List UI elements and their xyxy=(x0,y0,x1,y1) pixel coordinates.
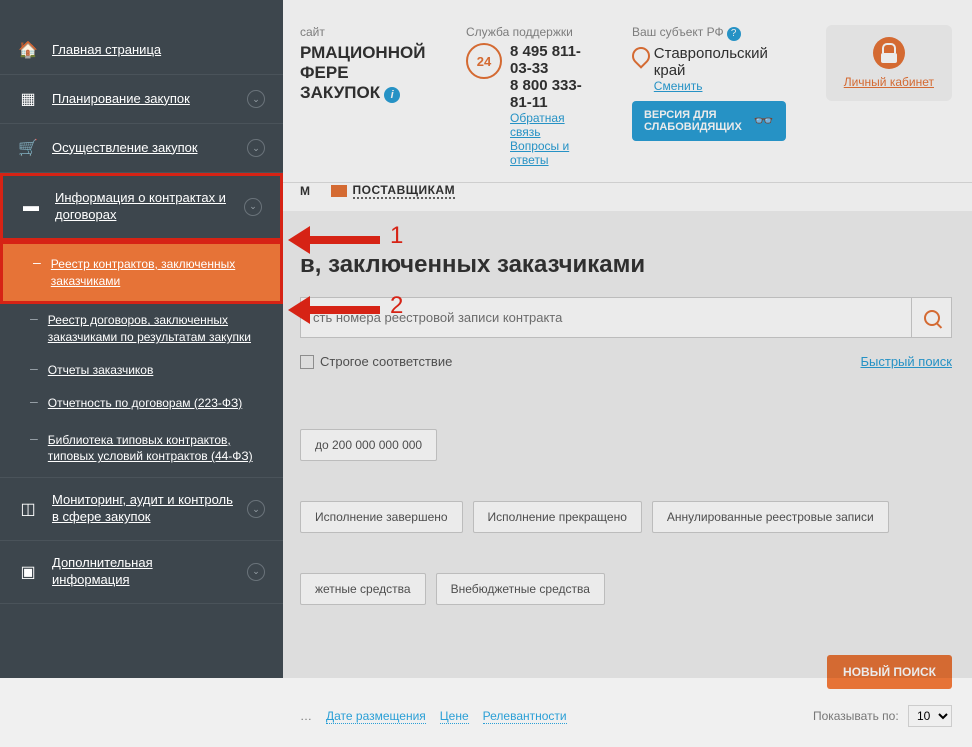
sort-price-link[interactable]: Цене xyxy=(440,709,469,724)
support-block: Служба поддержки 24 8 495 811-03-33 8 80… xyxy=(466,25,592,167)
search-button[interactable] xyxy=(912,297,952,338)
tab-m[interactable]: М xyxy=(300,184,311,198)
submenu-customer-reports[interactable]: – Отчеты заказчиков xyxy=(0,354,283,387)
briefcase-icon: ▣ xyxy=(18,562,38,582)
sort-relevance-link[interactable]: Релевантности xyxy=(483,709,567,724)
calendar-icon: ▦ xyxy=(18,89,38,109)
quick-search-link[interactable]: Быстрый поиск xyxy=(861,354,953,369)
chevron-down-icon: ⌄ xyxy=(244,198,262,216)
region-block: Ваш субъект РФ? Ставропольский край Смен… xyxy=(632,25,786,141)
home-icon: 🏠 xyxy=(18,40,38,60)
cabinet-block[interactable]: Личный кабинет xyxy=(826,25,952,101)
bullet-icon: – xyxy=(30,393,38,409)
sidebar-item-monitoring[interactable]: ◫ Мониторинг, аудит и контроль в сфере з… xyxy=(0,478,283,541)
show-per-page: Показывать по: 10 xyxy=(813,705,952,727)
filter-chip[interactable]: жетные средства xyxy=(300,573,426,605)
chevron-down-icon: ⌄ xyxy=(247,500,265,518)
filter-chip[interactable]: Аннулированные реестровые записи xyxy=(652,501,889,533)
submenu-agreements-registry[interactable]: – Реестр договоров, заключенных заказчик… xyxy=(0,304,283,354)
logo-line2: ФЕРЕ ЗАКУПОКi xyxy=(300,63,426,103)
cabinet-link[interactable]: Личный кабинет xyxy=(844,75,934,89)
filter-chip[interactable]: Внебюджетные средства xyxy=(436,573,605,605)
pin-icon xyxy=(632,45,648,67)
question-icon[interactable]: ? xyxy=(727,27,741,41)
filter-row-1: до 200 000 000 000 xyxy=(300,429,952,461)
info-icon[interactable]: i xyxy=(384,87,400,103)
logo-line1: РМАЦИОННОЙ xyxy=(300,43,426,63)
glasses-icon: 👓 xyxy=(754,111,774,131)
strict-match-checkbox[interactable]: Строгое соответствие xyxy=(300,354,452,369)
accessibility-button[interactable]: ВЕРСИЯ ДЛЯСЛАБОВИДЯЩИХ 👓 xyxy=(632,101,786,141)
book-icon: ▬ xyxy=(21,197,41,217)
sidebar: 🏠 Главная страница ▦ Планирование закупо… xyxy=(0,0,283,678)
suppliers-icon xyxy=(331,185,347,197)
chart-icon: ◫ xyxy=(18,499,38,519)
submenu-contracts-registry[interactable]: – Реестр контрактов, заключенных заказчи… xyxy=(0,241,283,305)
feedback-link[interactable]: Обратная связь xyxy=(510,111,565,139)
sidebar-item-home[interactable]: 🏠 Главная страница xyxy=(0,0,283,75)
filter-row-2: Исполнение завершено Исполнение прекраще… xyxy=(300,501,952,533)
change-region-link[interactable]: Сменить xyxy=(654,79,703,93)
sort-row: … Дате размещения Цене Релевантности Пок… xyxy=(300,705,952,727)
bullet-icon: – xyxy=(30,430,38,446)
bullet-icon: – xyxy=(30,360,38,376)
lock-icon xyxy=(873,37,905,69)
filter-chip[interactable]: Исполнение завершено xyxy=(300,501,463,533)
region-title: Ваш субъект РФ? xyxy=(632,25,786,41)
sidebar-item-procurement[interactable]: 🛒 Осуществление закупок ⌄ xyxy=(0,124,283,173)
phone-1: 8 495 811-03-33 xyxy=(510,43,592,77)
annotation-arrow-1: 1 xyxy=(310,236,380,244)
sort-ellipsis: … xyxy=(300,709,312,724)
chevron-down-icon: ⌄ xyxy=(247,139,265,157)
faq-link[interactable]: Вопросы и ответы xyxy=(510,139,569,167)
submenu-contract-library[interactable]: – Библиотека типовых контрактов, типовых… xyxy=(0,420,283,479)
price-range-chip[interactable]: до 200 000 000 000 xyxy=(300,429,437,461)
new-search-button[interactable]: НОВЫЙ ПОИСК xyxy=(827,655,952,689)
support-24-icon: 24 xyxy=(466,43,502,79)
cart-icon: 🛒 xyxy=(18,138,38,158)
page-title: в, заключенных заказчиками xyxy=(300,251,952,279)
search-icon xyxy=(924,310,940,326)
sidebar-item-contracts[interactable]: ▬ Информация о контрактах и договорах ⌄ xyxy=(0,173,283,241)
bullet-icon: – xyxy=(33,254,41,270)
sidebar-item-additional[interactable]: ▣ Дополнительная информация ⌄ xyxy=(0,541,283,604)
filter-chip[interactable]: Исполнение прекращено xyxy=(473,501,642,533)
chevron-down-icon: ⌄ xyxy=(247,563,265,581)
sort-date-link[interactable]: Дате размещения xyxy=(326,709,426,724)
filter-row-3: жетные средства Внебюджетные средства xyxy=(300,573,952,605)
annotation-arrow-2: 2 xyxy=(310,306,380,314)
chevron-down-icon: ⌄ xyxy=(247,90,265,108)
checkbox-icon xyxy=(300,355,314,369)
logo-block: сайт РМАЦИОННОЙ ФЕРЕ ЗАКУПОКi xyxy=(300,25,426,103)
tab-suppliers[interactable]: ПОСТАВЩИКАМ xyxy=(331,183,456,199)
search-options: Строгое соответствие Быстрый поиск xyxy=(300,348,952,389)
phone-2: 8 800 333-81-11 xyxy=(510,77,592,111)
bullet-icon: – xyxy=(30,310,38,326)
show-select[interactable]: 10 xyxy=(908,705,952,727)
region-name: Ставропольский край xyxy=(654,45,786,79)
site-label: сайт xyxy=(300,25,426,39)
submenu-223fz-reports[interactable]: – Отчетность по договорам (223-ФЗ) xyxy=(0,387,283,420)
sidebar-item-planning[interactable]: ▦ Планирование закупок ⌄ xyxy=(0,75,283,124)
support-title: Служба поддержки xyxy=(466,25,592,39)
